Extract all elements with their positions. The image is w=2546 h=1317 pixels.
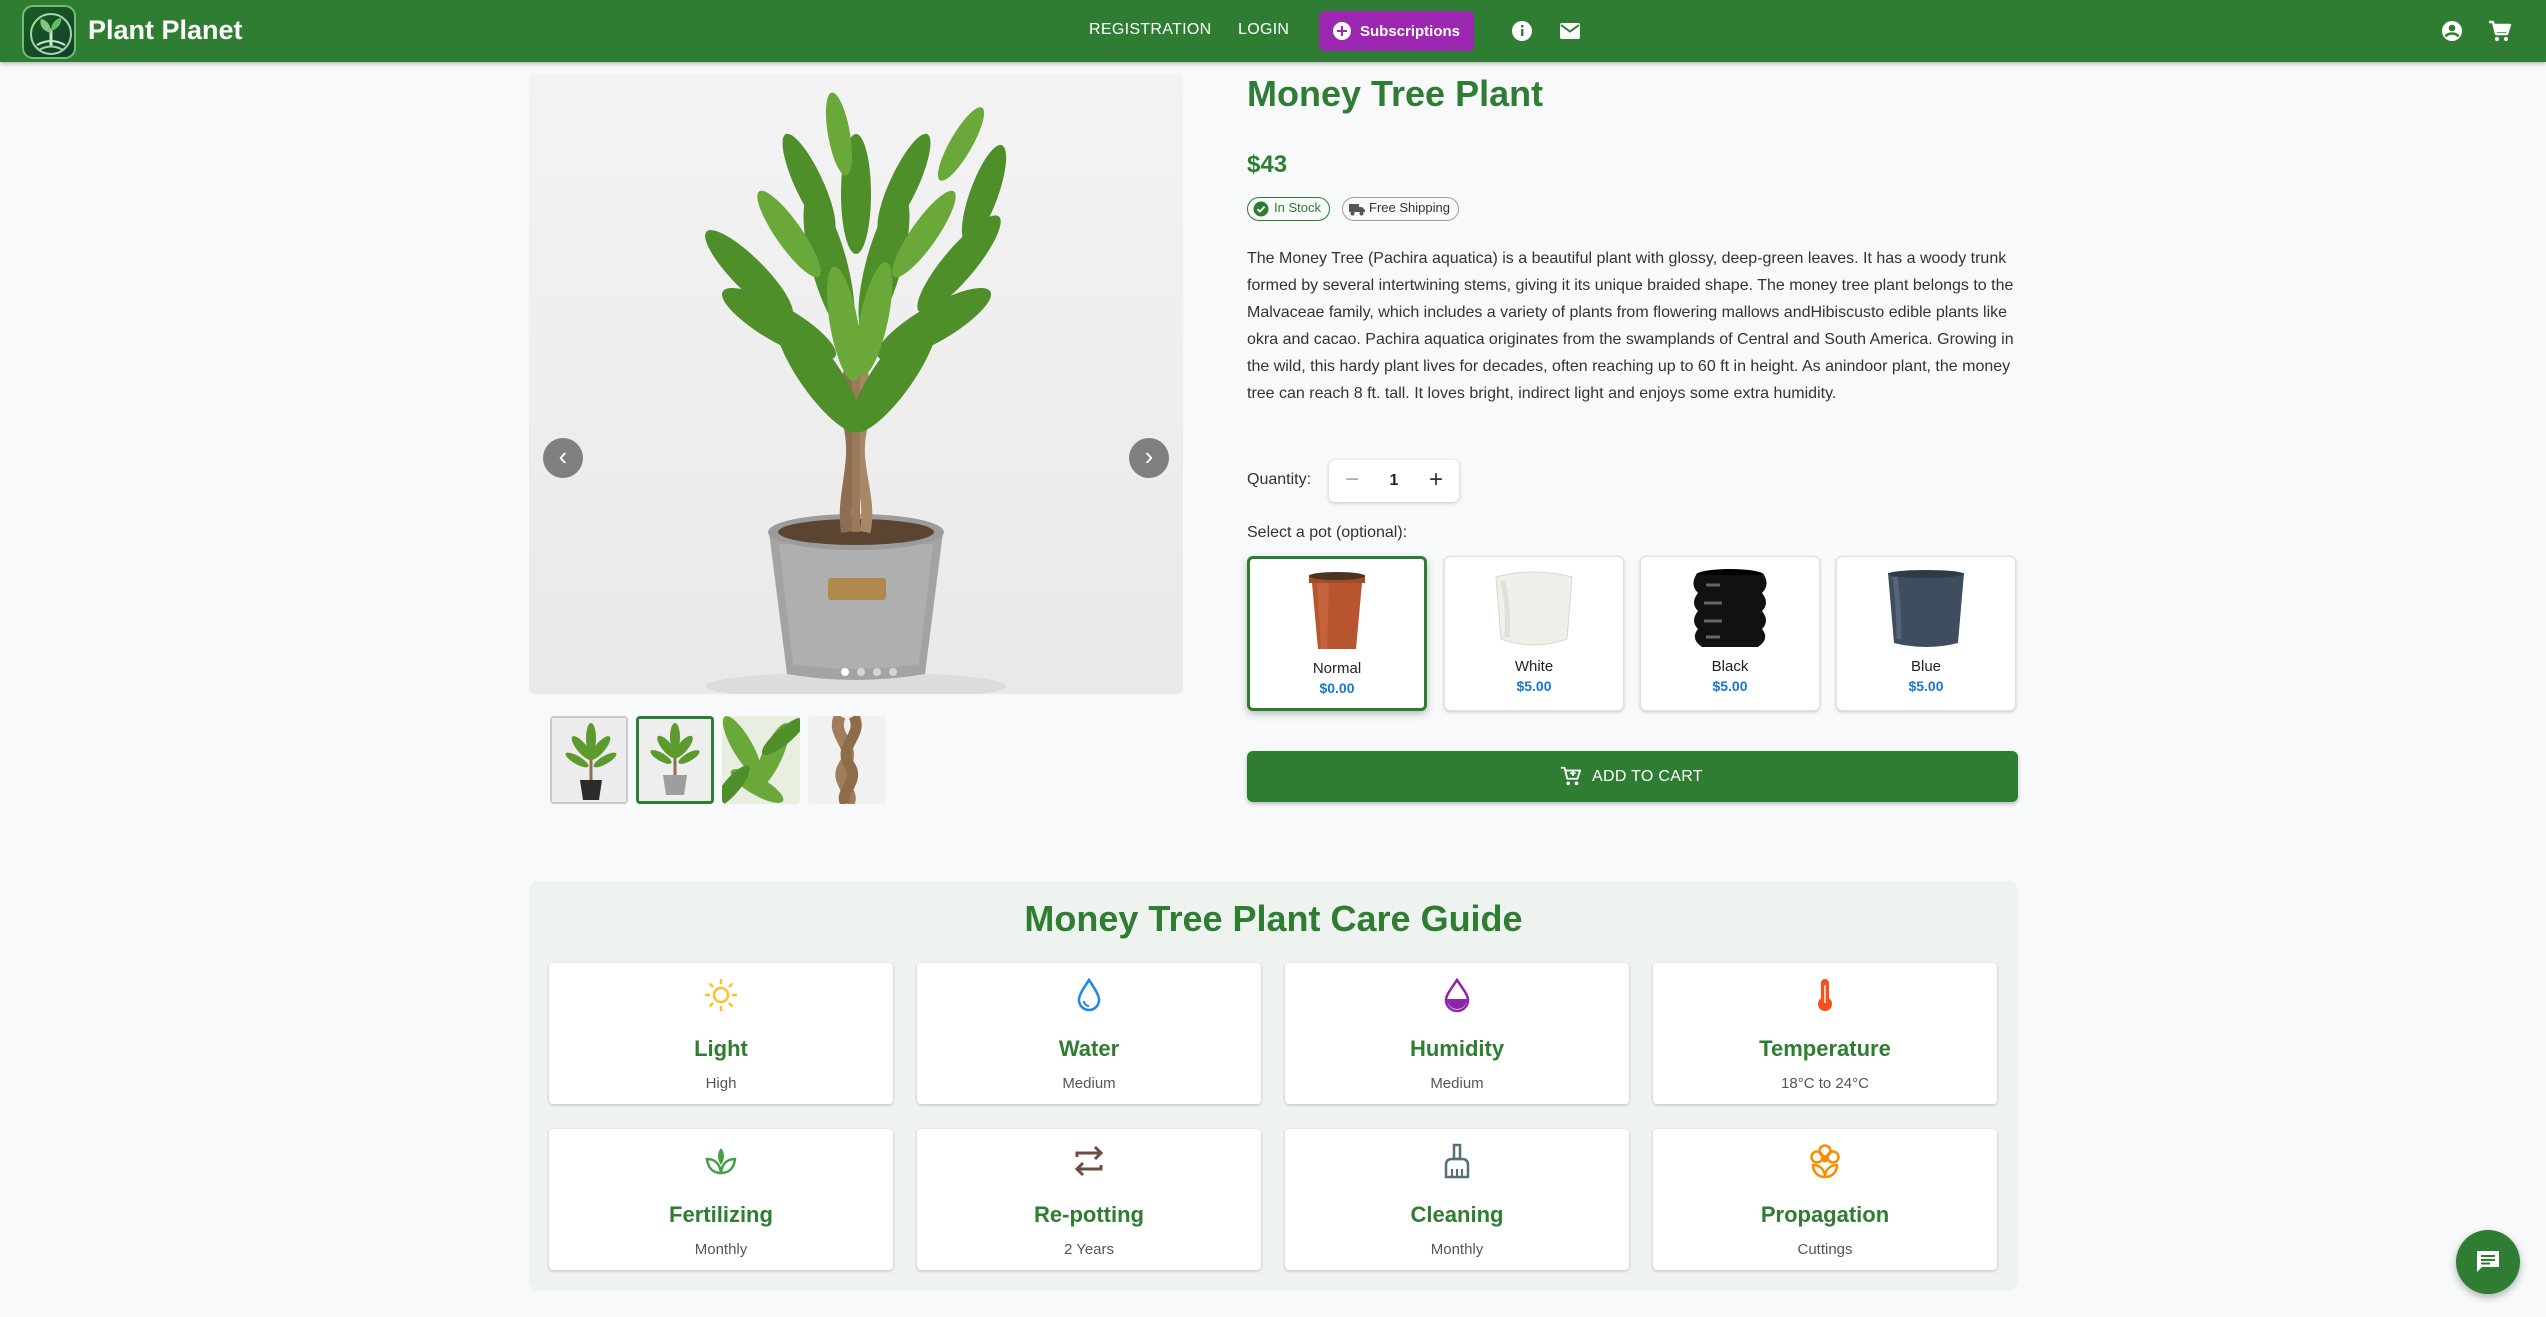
care-card-propagation: Propagation Cuttings	[1653, 1129, 1997, 1270]
add-circle-icon	[1333, 22, 1351, 40]
care-guide-title: Money Tree Plant Care Guide	[1024, 898, 1523, 939]
money-tree-photo	[705, 92, 1007, 694]
flower-icon	[1810, 1144, 1840, 1179]
quantity-stepper: − 1 +	[1329, 460, 1459, 502]
chat-button[interactable]	[2456, 1230, 2520, 1294]
care-card-light: Light High	[549, 963, 893, 1104]
care-card-water: Water Medium	[917, 963, 1261, 1104]
carousel-dot[interactable]	[841, 668, 849, 676]
add-to-cart-label: ADD TO CART	[1592, 768, 1703, 785]
in-stock-label: In Stock	[1274, 200, 1321, 215]
thermometer-icon	[1818, 979, 1832, 1011]
carousel-dot[interactable]	[889, 668, 897, 676]
care-card-value: 18°C to 24°C	[1781, 1075, 1869, 1092]
next-image-button[interactable]: ›	[1129, 438, 1169, 478]
care-card-title: Humidity	[1409, 1036, 1505, 1061]
carousel-dot[interactable]	[873, 668, 881, 676]
pot-option-blue[interactable]: Blue $5.00	[1836, 556, 2016, 711]
pot-price: $5.00	[1516, 678, 1552, 694]
pot-price: $0.00	[1319, 680, 1355, 696]
main-product-image: ‹ ›	[529, 74, 1183, 694]
nav-registration[interactable]: REGISTRATION	[1089, 21, 1211, 39]
care-card-title: Re-potting	[1034, 1202, 1144, 1227]
care-card-title: Water	[1058, 1036, 1120, 1061]
subscriptions-label: Subscriptions	[1360, 23, 1461, 40]
truck-icon	[1349, 204, 1365, 216]
account-icon[interactable]	[2440, 19, 2464, 43]
sun-icon	[705, 979, 737, 1011]
product-price: $43	[1247, 151, 1288, 178]
care-card-repotting: Re-potting 2 Years	[917, 1129, 1261, 1270]
black-pot-icon	[1693, 569, 1767, 647]
pot-option-normal[interactable]: Normal $0.00	[1247, 556, 1427, 711]
care-card-title: Cleaning	[1410, 1202, 1504, 1227]
quantity-value[interactable]: 1	[1374, 472, 1414, 490]
repeat-icon	[1074, 1145, 1104, 1177]
pot-name: Blue	[1910, 658, 1942, 675]
add-to-cart-button[interactable]: ADD TO CART	[1247, 751, 2018, 802]
care-guide-section: Money Tree Plant Care Guide Light High W…	[529, 881, 2018, 1291]
care-card-title: Propagation	[1760, 1202, 1890, 1227]
humidity-icon	[1444, 977, 1470, 1013]
free-shipping-label: Free Shipping	[1369, 200, 1450, 215]
pot-option-black[interactable]: Black $5.00	[1640, 556, 1820, 711]
top-app-bar: Plant Planet REGISTRATION LOGIN Subscrip…	[0, 0, 2546, 62]
thumbnail-plant-grey-pot[interactable]	[636, 716, 714, 804]
nav-login[interactable]: LOGIN	[1238, 21, 1289, 39]
increase-quantity-button[interactable]: +	[1423, 467, 1449, 495]
pot-price: $5.00	[1908, 678, 1944, 694]
subscriptions-button[interactable]: Subscriptions	[1319, 11, 1474, 51]
care-card-value: Monthly	[694, 1241, 748, 1258]
pot-select-label: Select a pot (optional):	[1247, 524, 1408, 541]
care-card-humidity: Humidity Medium	[1285, 963, 1629, 1104]
water-drop-icon	[1077, 977, 1101, 1012]
thumbnail-braided-trunk[interactable]	[808, 716, 886, 804]
care-card-title: Temperature	[1759, 1036, 1891, 1061]
cart-icon[interactable]	[2488, 19, 2512, 43]
thumbnail-plant-black-pot[interactable]	[550, 716, 628, 804]
chat-icon	[2477, 1251, 2499, 1272]
pot-price: $5.00	[1712, 678, 1748, 694]
free-shipping-badge: Free Shipping	[1342, 197, 1459, 221]
care-card-value: Monthly	[1430, 1241, 1484, 1258]
care-card-cleaning: Cleaning Monthly	[1285, 1129, 1629, 1270]
broom-icon	[1444, 1143, 1470, 1179]
plant-planet-logo[interactable]	[22, 5, 76, 59]
quantity-label: Quantity:	[1247, 471, 1312, 488]
care-card-value: Cuttings	[1797, 1241, 1853, 1258]
previous-image-button[interactable]: ‹	[543, 438, 583, 478]
blue-pot-icon	[1888, 570, 1964, 647]
mail-icon[interactable]	[1558, 19, 1582, 43]
care-card-temperature: Temperature 18°C to 24°C	[1653, 963, 1997, 1104]
product-title: Money Tree Plant	[1247, 73, 1544, 114]
product-description: The Money Tree (Pachira aquatica) is a b…	[1247, 250, 2014, 402]
pot-option-white[interactable]: White $5.00	[1444, 556, 1624, 711]
care-card-fertilizing: Fertilizing Monthly	[549, 1129, 893, 1270]
in-stock-badge: In Stock	[1247, 197, 1330, 221]
care-card-title: Light	[694, 1036, 748, 1061]
add-shopping-cart-icon	[1560, 766, 1582, 786]
decrease-quantity-button[interactable]: −	[1339, 467, 1365, 495]
check-circle-icon	[1253, 201, 1269, 217]
info-icon[interactable]	[1510, 19, 1534, 43]
brand-name[interactable]: Plant Planet	[88, 15, 243, 46]
thumbnail-leaves-closeup[interactable]	[722, 716, 800, 804]
terracotta-pot-icon	[1309, 572, 1365, 649]
pot-name: Normal	[1312, 660, 1362, 677]
care-card-value: 2 Years	[1063, 1241, 1115, 1258]
pot-name: White	[1514, 658, 1554, 675]
care-card-title: Fertilizing	[669, 1202, 773, 1227]
sprout-icon	[705, 1148, 737, 1175]
pot-name: Black	[1711, 658, 1749, 675]
white-pot-icon	[1495, 571, 1573, 646]
care-card-value: High	[705, 1075, 737, 1092]
care-card-value: Medium	[1430, 1075, 1484, 1092]
carousel-dot[interactable]	[857, 668, 865, 676]
care-card-value: Medium	[1062, 1075, 1116, 1092]
